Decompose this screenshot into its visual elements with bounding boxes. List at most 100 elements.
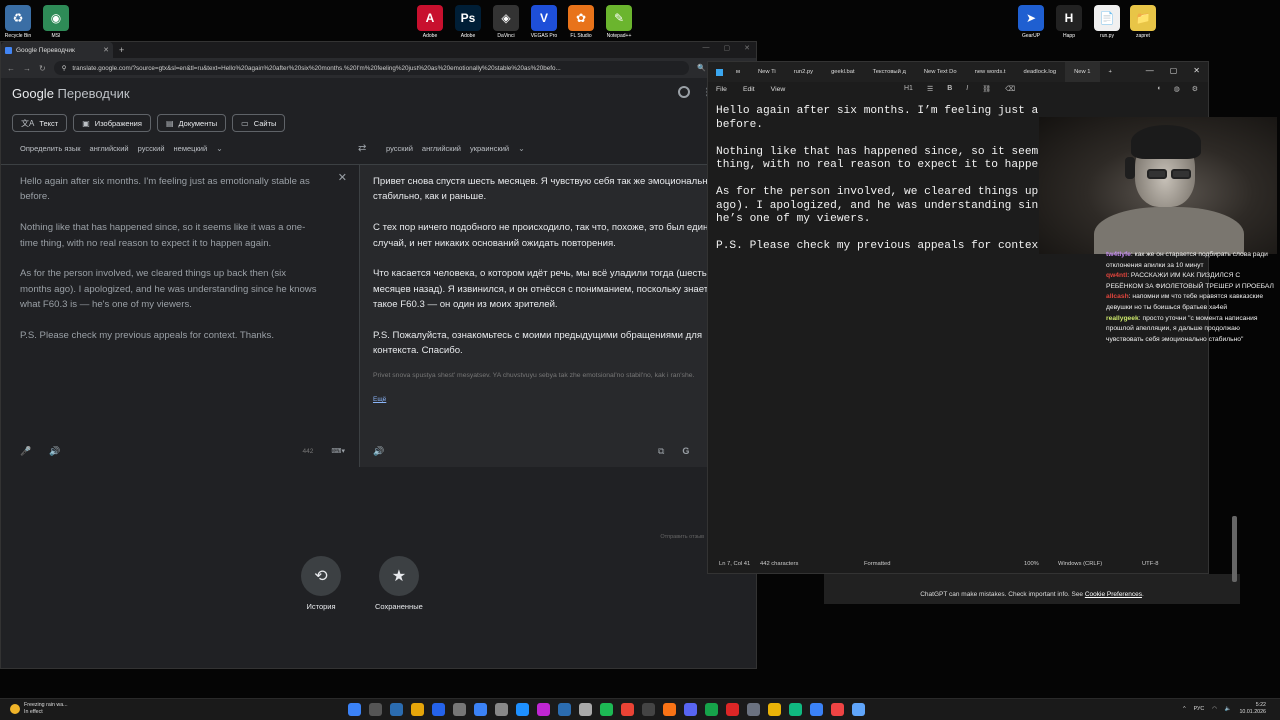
source-language-option[interactable]: Определить язык xyxy=(20,144,81,153)
notepad-tab[interactable]: Текстовый д xyxy=(864,62,915,82)
taskbar-app-icon[interactable] xyxy=(705,703,718,716)
source-textarea[interactable]: ✕ Hello again after six months. I'm feel… xyxy=(1,165,360,467)
desktop-shortcut[interactable]: ◉ MSI xyxy=(34,5,78,39)
format-mode[interactable]: Formatted xyxy=(864,561,890,567)
more-languages-icon[interactable]: ⌄ xyxy=(216,144,223,153)
listen-icon[interactable]: 🔊 xyxy=(49,444,60,459)
weather-widget[interactable]: Freezing rain wa... In effect xyxy=(10,702,68,716)
line-ending[interactable]: Windows (CRLF) xyxy=(1058,561,1102,567)
tray-chevron-icon[interactable]: ^ xyxy=(1183,706,1186,712)
clear-format-icon[interactable]: ⌫ xyxy=(1005,85,1015,93)
minimize-icon[interactable]: — xyxy=(1146,66,1154,75)
source-language-option[interactable]: немецкий xyxy=(174,144,208,153)
new-tab-button[interactable]: + xyxy=(119,45,124,55)
chat-username[interactable]: qw4ntl xyxy=(1106,272,1127,279)
taskbar-app-icon[interactable] xyxy=(474,703,487,716)
taskbar-app-icon[interactable] xyxy=(747,703,760,716)
volume-icon[interactable]: 🔈 xyxy=(1225,706,1232,712)
source-language-option[interactable]: русский xyxy=(138,144,165,153)
taskbar-app-icon[interactable] xyxy=(621,703,634,716)
maximize-icon[interactable]: ▢ xyxy=(1170,66,1178,75)
target-language-option[interactable]: русский xyxy=(386,144,413,153)
close-window-icon[interactable]: ✕ xyxy=(1193,66,1200,75)
browser-tab[interactable]: Google Переводчик ✕ xyxy=(1,42,113,58)
taskbar-app-icon[interactable] xyxy=(369,703,382,716)
taskbar-app-icon[interactable] xyxy=(453,703,466,716)
notepad-tab[interactable]: м xyxy=(727,62,749,82)
taskbar-app-icon[interactable] xyxy=(810,703,823,716)
google-icon[interactable]: G xyxy=(682,444,689,459)
chat-username[interactable]: allcash xyxy=(1106,293,1129,300)
taskbar-app-icon[interactable] xyxy=(726,703,739,716)
link-icon[interactable]: ⛓ xyxy=(982,85,991,93)
saved-button[interactable]: ★ Сохраненные xyxy=(375,556,423,611)
menu-item[interactable]: Edit xyxy=(743,86,755,93)
taskbar-app-icon[interactable] xyxy=(432,703,445,716)
list-icon[interactable]: ☰ xyxy=(927,85,933,93)
listen-translation-icon[interactable]: 🔊 xyxy=(373,444,384,459)
taskbar-app-icon[interactable] xyxy=(537,703,550,716)
wifi-icon[interactable]: ◠ xyxy=(1212,706,1217,712)
bold-icon[interactable]: B xyxy=(947,85,952,93)
notepad-tab[interactable]: deadlock.log xyxy=(1015,62,1066,82)
taskbar-app-icon[interactable] xyxy=(852,703,865,716)
notepad-tab[interactable]: new words.t xyxy=(966,62,1015,82)
address-bar[interactable]: ⚲ translate.google.com/?source=gtx&sl=en… xyxy=(53,61,690,75)
google-translate-logo[interactable]: Google Переводчик xyxy=(12,86,130,101)
taskbar-app-icon[interactable] xyxy=(684,703,697,716)
taskbar-app-icon[interactable] xyxy=(831,703,844,716)
taskbar-app-icon[interactable] xyxy=(348,703,361,716)
notepad-editor[interactable]: Hello again after six months. I’m feelin… xyxy=(716,105,1038,254)
mode-button-1[interactable]: ▣ Изображения xyxy=(73,114,151,132)
taskbar-app-icon[interactable] xyxy=(516,703,529,716)
send-feedback-link[interactable]: Отправить отзыв xyxy=(660,534,704,540)
maximize-icon[interactable]: ▢ xyxy=(724,44,731,52)
menu-item[interactable]: View xyxy=(771,86,786,93)
settings-gear-icon[interactable] xyxy=(678,86,690,98)
target-language-option[interactable]: украинский xyxy=(470,144,509,153)
taskbar-app-icon[interactable] xyxy=(768,703,781,716)
history-button[interactable]: ⟲ История xyxy=(301,556,341,611)
menu-item[interactable]: File xyxy=(716,86,727,93)
site-info-icon[interactable]: ⚲ xyxy=(62,65,67,72)
chatgpt-scrollbar[interactable] xyxy=(1232,516,1237,582)
heading-dropdown[interactable]: H1 xyxy=(904,85,913,93)
close-window-icon[interactable]: ✕ xyxy=(744,44,750,52)
notepad-tab[interactable]: run2.py xyxy=(785,62,822,82)
clock[interactable]: 5:22 10.01.2026 xyxy=(1239,702,1266,716)
keyboard-icon[interactable]: ⌨▾ xyxy=(331,444,345,459)
chat-username[interactable]: reallygeek xyxy=(1106,315,1139,322)
encoding[interactable]: UTF-8 xyxy=(1142,561,1158,567)
account-icon[interactable]: ◍ xyxy=(1174,85,1180,93)
source-language-option[interactable]: английский xyxy=(90,144,129,153)
forward-icon[interactable]: → xyxy=(23,64,31,73)
more-link[interactable]: Ещё xyxy=(373,392,386,407)
italic-icon[interactable]: I xyxy=(966,85,968,93)
notepad-tab[interactable]: New Text Do xyxy=(915,62,966,82)
desktop-shortcut[interactable]: ✎ Notepad++ xyxy=(597,5,641,39)
mode-button-2[interactable]: ▤ Документы xyxy=(156,114,227,132)
notepad-tab[interactable]: geekl.bat xyxy=(822,62,864,82)
taskbar-app-icon[interactable] xyxy=(558,703,571,716)
taskbar-app-icon[interactable] xyxy=(642,703,655,716)
copy-icon[interactable]: ⧉ xyxy=(658,444,664,459)
reload-icon[interactable]: ↻ xyxy=(39,64,46,73)
new-tab-button[interactable]: + xyxy=(1100,62,1121,82)
desktop-shortcut[interactable]: 📁 zapret xyxy=(1121,5,1165,39)
back-icon[interactable]: ← xyxy=(7,64,15,73)
copilot-icon[interactable]: ◐ xyxy=(1157,85,1161,93)
taskbar-app-icon[interactable] xyxy=(495,703,508,716)
mode-button-3[interactable]: ▭ Сайты xyxy=(232,114,286,132)
notepad-tab[interactable]: New Ti xyxy=(749,62,785,82)
more-languages-icon[interactable]: ⌄ xyxy=(518,144,525,153)
taskbar-app-icon[interactable] xyxy=(390,703,403,716)
taskbar-app-icon[interactable] xyxy=(663,703,676,716)
zoom-icon[interactable]: 🔍 xyxy=(697,64,706,72)
close-tab-icon[interactable]: ✕ xyxy=(103,46,109,54)
mode-button-0[interactable]: 文A Текст xyxy=(12,114,68,132)
language-indicator[interactable]: РУС xyxy=(1194,706,1205,712)
zoom-level[interactable]: 100% xyxy=(1024,561,1039,567)
clear-text-icon[interactable]: ✕ xyxy=(338,171,347,186)
cookie-preferences-link[interactable]: Cookie Preferences xyxy=(1085,591,1142,598)
chat-username[interactable]: tw4tlyfe xyxy=(1106,251,1131,258)
